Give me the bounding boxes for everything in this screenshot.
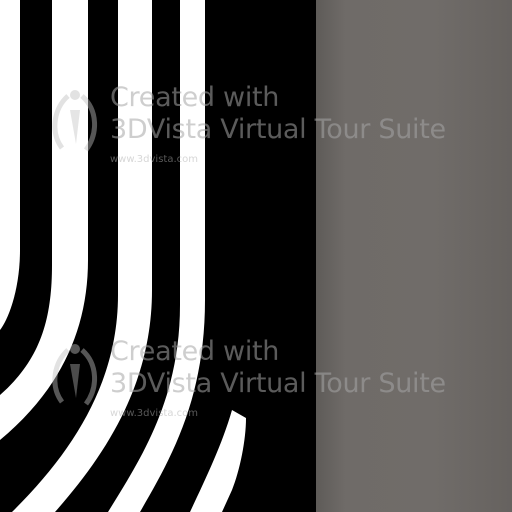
stripe-1 <box>0 0 20 330</box>
wall <box>316 0 512 512</box>
panorama-image <box>0 0 512 512</box>
panorama-view[interactable]: Created with 3DVista Virtual Tour Suite … <box>0 0 512 512</box>
